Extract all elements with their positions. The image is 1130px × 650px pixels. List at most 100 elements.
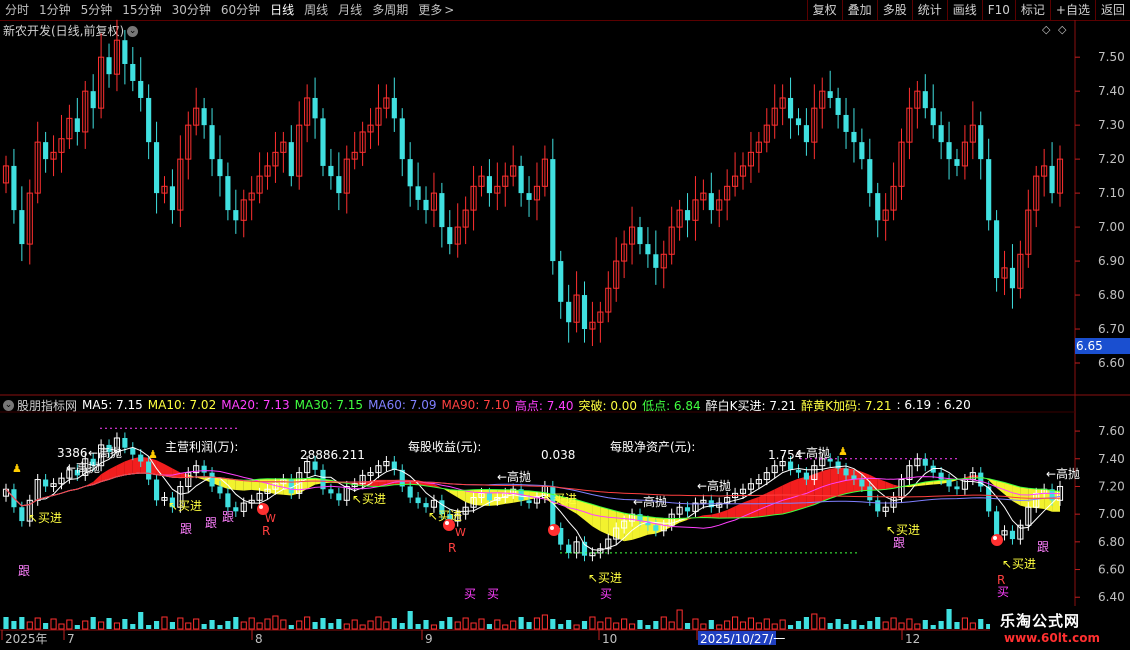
volume-bar <box>851 620 857 629</box>
high-sell-label: ←高抛 <box>697 478 731 493</box>
volume-bar <box>106 618 112 629</box>
kline-chart[interactable]: 7.50 7.40 7.30 7.20 7.10 7.00 6.90 6.80 6.70 6.60… <box>0 0 1130 650</box>
buy-in-label: ↖买进 <box>168 499 202 513</box>
ribbon-band <box>782 481 791 514</box>
ribbon-band <box>735 502 744 518</box>
buy-ball-icon <box>993 536 997 540</box>
volume-bar <box>130 624 136 629</box>
indicator-candle <box>19 507 25 522</box>
volume-bar <box>50 618 57 630</box>
candle-body <box>225 176 231 211</box>
volume-bar <box>890 617 897 630</box>
indicator-candle <box>867 486 873 501</box>
buy-label: 买 <box>997 585 1009 599</box>
follow-label: 跟 <box>1037 540 1049 554</box>
volume-bar <box>288 625 294 629</box>
buy-in-label: ↖买进 <box>352 492 386 506</box>
volume-bar <box>391 618 397 629</box>
follow-label: 跟 <box>222 510 234 524</box>
candle-body <box>233 210 239 221</box>
volume-bar <box>177 617 184 630</box>
volume-bar <box>747 617 755 630</box>
candle-body <box>851 131 857 143</box>
volume-bar <box>454 621 461 630</box>
indicator-value: MA10: 7.02 <box>147 398 217 412</box>
indicator-value: 低点: 6.84 <box>642 398 701 413</box>
candle-body <box>130 63 136 81</box>
site-logo: 乐淘公式网 www.60lt.com <box>990 606 1130 650</box>
indicator-candle <box>217 486 223 494</box>
volume-bar <box>383 621 390 630</box>
price-tick-label: 6.70 <box>1098 322 1125 336</box>
volume-bar <box>755 622 762 630</box>
buy-in-label: ↖买进 <box>543 492 577 506</box>
indicator-tick-label: 6.80 <box>1098 535 1125 549</box>
r-label: R <box>997 573 1005 587</box>
date-label: 9 <box>425 632 433 646</box>
volume-bar <box>566 620 572 629</box>
volume-bar <box>423 620 429 629</box>
buy-label: 买 <box>464 587 476 601</box>
indicator-candle <box>146 461 152 480</box>
candle-body <box>146 97 152 143</box>
buy-in-label: ↖买进 <box>886 523 920 537</box>
ribbon-band <box>663 518 672 531</box>
volume-bar <box>138 612 144 629</box>
indicator-candle <box>938 472 944 480</box>
candle-body <box>566 301 572 323</box>
indicator-value: MA60: 7.09 <box>368 398 437 412</box>
indicator-value: 突破: 0.00 <box>578 398 638 413</box>
w-label: W <box>455 526 466 539</box>
candle-body <box>843 114 849 132</box>
follow-label: 跟 <box>205 516 217 530</box>
price-tick-label: 6.60 <box>1098 356 1125 370</box>
volume-bar <box>621 618 628 630</box>
volume-bar <box>470 622 477 630</box>
indicator-tick-label: 7.00 <box>1098 507 1125 521</box>
buy-label: 买 <box>487 587 499 601</box>
volume-bar <box>351 619 358 630</box>
volume-bar <box>906 618 913 630</box>
volume-bar <box>526 622 532 629</box>
revenue-label: 主营利润(万): <box>165 440 238 454</box>
ribbon-band <box>774 485 783 515</box>
ribbon-band <box>124 458 133 475</box>
buy-in-label: ↖买进 <box>588 571 622 585</box>
indicator-candle <box>415 497 421 504</box>
indicator-name[interactable]: 股朋指标网 <box>17 397 77 414</box>
volume-bar <box>914 623 921 630</box>
volume-bar <box>439 621 445 629</box>
candle-body <box>43 142 49 160</box>
volume-bar <box>359 624 366 630</box>
indicator-candle <box>209 472 215 487</box>
volume-bar <box>90 617 96 629</box>
r-label: R <box>448 541 456 555</box>
volume-bar <box>843 624 849 629</box>
volume-bar <box>462 617 469 630</box>
volume-bar <box>486 624 492 629</box>
volume-bar <box>399 623 405 629</box>
volume-bar <box>518 617 524 629</box>
high-sell-label: ←高抛 <box>796 445 830 460</box>
indicator-candle <box>843 468 849 476</box>
high-sell-label: ←高抛 <box>66 460 100 475</box>
volume-bar <box>550 619 556 629</box>
candle-body <box>153 142 160 194</box>
volume-bar <box>264 618 271 630</box>
candle-body <box>122 40 128 64</box>
price-tick-label: 7.20 <box>1098 152 1125 166</box>
volume-bar <box>954 622 960 629</box>
price-tick-label: 6.90 <box>1098 254 1125 268</box>
high-sell-label: ←高抛 <box>1046 466 1080 481</box>
volume-bar <box>26 621 33 630</box>
volume-bar <box>533 617 541 630</box>
chevron-down-icon[interactable]: ⌄ <box>3 399 14 411</box>
price-tick-label: 7.00 <box>1098 220 1125 234</box>
volume-bar <box>161 616 168 630</box>
volume-bar <box>898 622 905 630</box>
candle-body <box>336 176 342 194</box>
ribbon-band <box>267 478 276 495</box>
ribbon-band <box>172 468 181 478</box>
buy-ball-icon <box>991 534 1003 546</box>
volume-bar <box>930 625 936 629</box>
